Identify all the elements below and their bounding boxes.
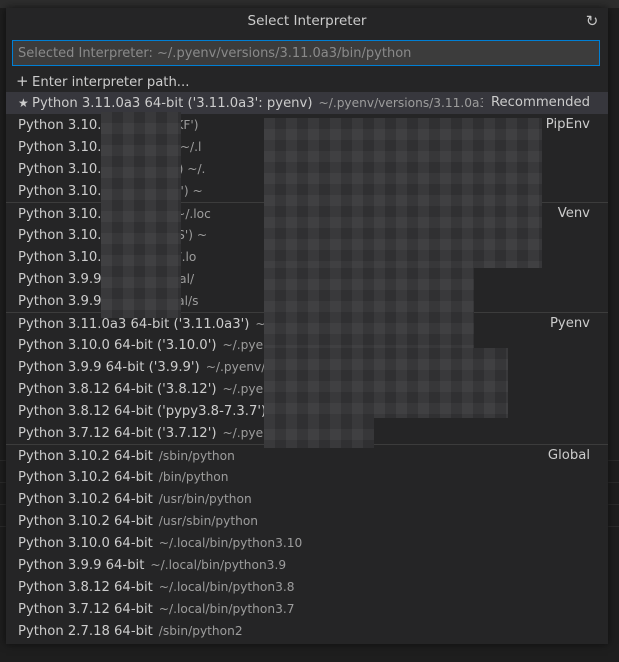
interpreter-label: Python 3.10.2 xyxy=(18,207,110,222)
interpreter-group-tag: Venv xyxy=(557,206,590,221)
interpreter-item[interactable]: Python 3.10.2 64-bit/usr/bin/python xyxy=(6,488,608,510)
interpreter-label: Python 3.10.2 64-bit xyxy=(18,470,153,485)
interpreter-path: ~/.pyenv/versions/3.11.0a3/b... xyxy=(318,96,511,110)
interpreter-label: Python 2.7.18 64-bit xyxy=(18,624,153,639)
interpreter-group-tag: Global xyxy=(547,448,590,463)
interpreter-path: /usr/bin/python xyxy=(158,492,252,506)
interpreter-label: Python 3.10.2 xyxy=(18,140,110,155)
interpreter-search-input[interactable] xyxy=(12,40,600,66)
interpreter-group-tag: Pyenv xyxy=(549,316,590,331)
interpreter-group-tag: PipEnv xyxy=(545,117,590,132)
star-icon: ★ xyxy=(18,96,29,110)
interpreter-label: Python 3.9.9 64-bit ('3.9.9') xyxy=(18,360,200,375)
interpreter-label: Python 3.10.2 64-bit xyxy=(18,492,153,507)
redacted-area xyxy=(264,418,374,448)
interpreter-item[interactable]: Python 3.10.0 64-bit ~/.local/bin/python3… xyxy=(6,532,608,554)
interpreter-label: Python 3.9.9 xyxy=(18,294,102,309)
interpreter-label: Python 3.9.9 64-bit xyxy=(18,558,145,573)
interpreter-path: ~/.local/bin/python3.9 xyxy=(150,558,287,572)
interpreter-label: Python 3.8.12 64-bit ('pypy3.8-7.3.7') xyxy=(18,404,267,419)
interpreter-path: /sbin/python2 xyxy=(158,624,243,638)
enter-path-label: Enter interpreter path... xyxy=(32,75,190,90)
input-container xyxy=(6,34,608,70)
refresh-icon[interactable]: ↻ xyxy=(584,13,600,29)
redacted-area xyxy=(264,348,508,418)
interpreter-label: Python 3.8.12 64-bit ('3.8.12') xyxy=(18,382,217,397)
interpreter-path: /bin/python xyxy=(158,470,229,484)
interpreter-label: Python 3.10.2 xyxy=(18,184,110,199)
interpreter-label: Python 3.10.2 xyxy=(18,228,110,243)
redacted-area xyxy=(264,268,474,348)
interpreter-label: Python 3.10.0 xyxy=(18,250,110,265)
redacted-area xyxy=(264,118,542,268)
interpreter-label: Python 3.10.2 xyxy=(18,162,110,177)
interpreter-label: Python 3.10.2 64-bit xyxy=(18,449,153,464)
interpreter-label: Python 3.11.0a3 64-bit ('3.11.0a3': pyen… xyxy=(32,96,313,111)
interpreter-path: /sbin/python xyxy=(158,449,235,463)
interpreter-label: Python 3.10.0 64-bit ('3.10.0') xyxy=(18,338,217,353)
redacted-area xyxy=(101,112,181,318)
interpreter-item[interactable]: Python 3.7.12 64-bit ~/.local/bin/python3… xyxy=(6,598,608,620)
interpreter-path: ~/.local/bin/python3.10 xyxy=(158,536,303,550)
interpreter-label: Python 3.10.2 xyxy=(18,118,110,133)
plus-icon: + xyxy=(16,72,29,90)
quick-pick-header: Select Interpreter ↻ xyxy=(6,8,608,34)
interpreter-item[interactable]: ★ Python 3.11.0a3 64-bit ('3.11.0a3': pye… xyxy=(6,92,608,114)
interpreter-item[interactable]: Python 3.10.2 64-bit/usr/sbin/python xyxy=(6,510,608,532)
interpreter-label: Python 3.9.9 xyxy=(18,272,102,287)
interpreter-label: Python 3.8.12 64-bit xyxy=(18,580,153,595)
interpreter-path: ~/.local/bin/python3.8 xyxy=(158,580,295,594)
interpreter-label: Python 3.10.2 64-bit xyxy=(18,514,153,529)
interpreter-item[interactable]: Python 3.10.2 64-bit/bin/python xyxy=(6,466,608,488)
interpreter-item[interactable]: Python 3.9.9 64-bit ~/.local/bin/python3.… xyxy=(6,554,608,576)
interpreter-item[interactable]: Python 2.7.18 64-bit/sbin/python2 xyxy=(6,620,608,642)
interpreter-path: ~/.local/bin/python3.7 xyxy=(158,602,295,616)
interpreter-path: /usr/sbin/python xyxy=(158,514,259,528)
interpreter-label: Python 3.7.12 64-bit xyxy=(18,602,153,617)
enter-interpreter-path-item[interactable]: + Enter interpreter path... xyxy=(6,70,608,92)
quick-pick-title: Select Interpreter xyxy=(247,13,367,29)
interpreter-item[interactable]: Python 3.8.12 64-bit ~/.local/bin/python3… xyxy=(6,576,608,598)
interpreter-label: Python 3.11.0a3 64-bit ('3.11.0a3') xyxy=(18,317,250,332)
interpreter-group-tag: Recommended xyxy=(482,92,590,114)
window-titlebar xyxy=(0,0,619,8)
interpreter-quick-pick: Select Interpreter ↻ +Enter interpreter … xyxy=(6,8,608,644)
interpreter-label: Python 3.7.12 64-bit ('3.7.12') xyxy=(18,426,217,441)
interpreter-label: Python 3.10.0 64-bit xyxy=(18,536,153,551)
